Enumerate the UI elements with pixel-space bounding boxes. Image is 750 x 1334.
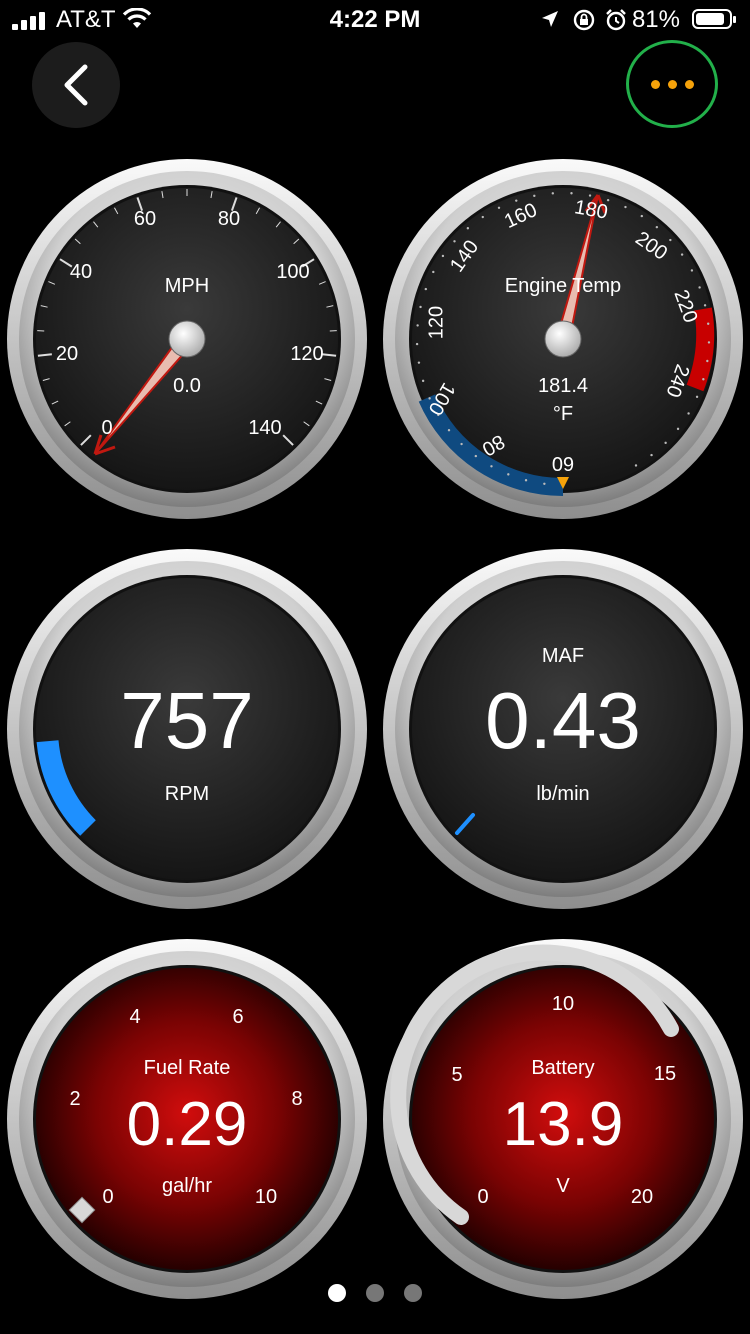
tick-mark [515,199,518,202]
gauge-value: 0.43 [485,676,641,765]
more-dots-icon [650,79,660,89]
tick-label: 40 [69,261,93,283]
tick-label: 60 [551,452,575,474]
battery-voltage-gauge[interactable]: Battery 13.9 V 0 5 10 15 20 [381,937,745,1301]
location-arrow-icon [542,11,558,27]
gauge-label: Fuel Rate [143,1057,231,1079]
gauge-value: 0.0 [173,375,201,397]
speedometer-gauge[interactable]: MPH 0.0 0 20 40 60 80 100 120 140 [5,157,369,521]
tick-mark [707,341,711,344]
tick-mark [460,442,463,446]
tick-mark [432,270,435,274]
tick-label: 0 [101,417,113,439]
tick-label: 120 [290,343,324,365]
tick-mark [634,464,638,467]
tick-label: 0 [102,1186,114,1208]
tick-label: 100 [276,261,310,283]
tick-mark [447,429,451,432]
tick-mark [650,453,653,457]
tick-mark [415,342,419,346]
tick-mark [624,205,627,209]
gauge-label: MAF [541,645,585,667]
tick-mark [676,427,680,431]
tick-mark [707,322,710,325]
tick-mark [417,361,421,364]
status-bar: AT&T 4:22 PM 81% [0,0,750,40]
tick-mark [441,254,445,258]
back-button[interactable] [32,42,120,128]
tick-label: 5 [451,1064,463,1086]
tick-label: 10 [551,993,575,1015]
tick-label: 60 [133,208,157,230]
tick-mark [419,305,422,309]
gauge-unit: lb/min [536,783,590,805]
tick-label: 20 [630,1186,654,1208]
tick-label: 140 [248,417,282,439]
battery-percentage: 81% [631,6,680,33]
engine-temp-gauge[interactable]: Engine Temp 181.4 °F 60 80 100 120 140 160 180… [381,157,745,521]
tick-mark [664,441,667,445]
page-indicator[interactable] [0,1284,750,1302]
tick-mark [640,214,644,218]
orientation-lock-icon [573,9,595,31]
needle-hub [168,320,206,358]
tick-mark [551,192,555,195]
chevron-left-icon [64,64,88,106]
tick-label: 2 [69,1088,81,1110]
tick-label: 0 [477,1186,489,1208]
tick-label: 4 [129,1006,141,1028]
tick-mark [453,240,456,243]
rpm-gauge[interactable]: 757 RPM [5,547,369,911]
tick-mark [481,215,484,219]
gauge-value: 13.9 [502,1090,624,1159]
tick-mark [490,465,493,468]
page-dot[interactable] [404,1284,422,1302]
tick-label: 120 [425,305,448,340]
needle-hub [544,320,582,358]
gauge-value: 757 [120,676,254,765]
tick-mark [655,225,659,229]
more-options-button[interactable] [626,40,718,128]
tick-label: 6 [232,1006,244,1028]
tick-mark [497,206,501,209]
gauge-unit: RPM [164,783,210,805]
tick-mark [703,304,707,307]
tick-label: 15 [653,1063,677,1085]
tick-mark [524,479,528,482]
page-dot[interactable] [366,1284,384,1302]
fuel-rate-gauge[interactable]: Fuel Rate 0.29 gal/hr 0 2 4 6 8 10 [5,937,369,1301]
tick-mark [706,359,709,363]
tick-label: 20 [55,343,79,365]
page-dot[interactable] [328,1284,346,1302]
tick-mark [570,192,573,195]
gauge-unit: V [556,1175,570,1197]
tick-mark [588,194,592,197]
alarm-icon [606,9,626,31]
tick-mark [416,324,419,327]
tick-label: 8 [291,1088,303,1110]
tick-label: 10 [254,1186,278,1208]
tick-mark [507,473,510,476]
gauge-unit: gal/hr [161,1175,213,1197]
tick-label: 80 [217,208,241,230]
tick-mark [669,238,672,242]
battery-icon [692,9,736,29]
tick-mark [543,482,546,486]
maf-gauge[interactable]: MAF 0.43 lb/min [381,547,745,911]
tick-mark [690,269,694,272]
